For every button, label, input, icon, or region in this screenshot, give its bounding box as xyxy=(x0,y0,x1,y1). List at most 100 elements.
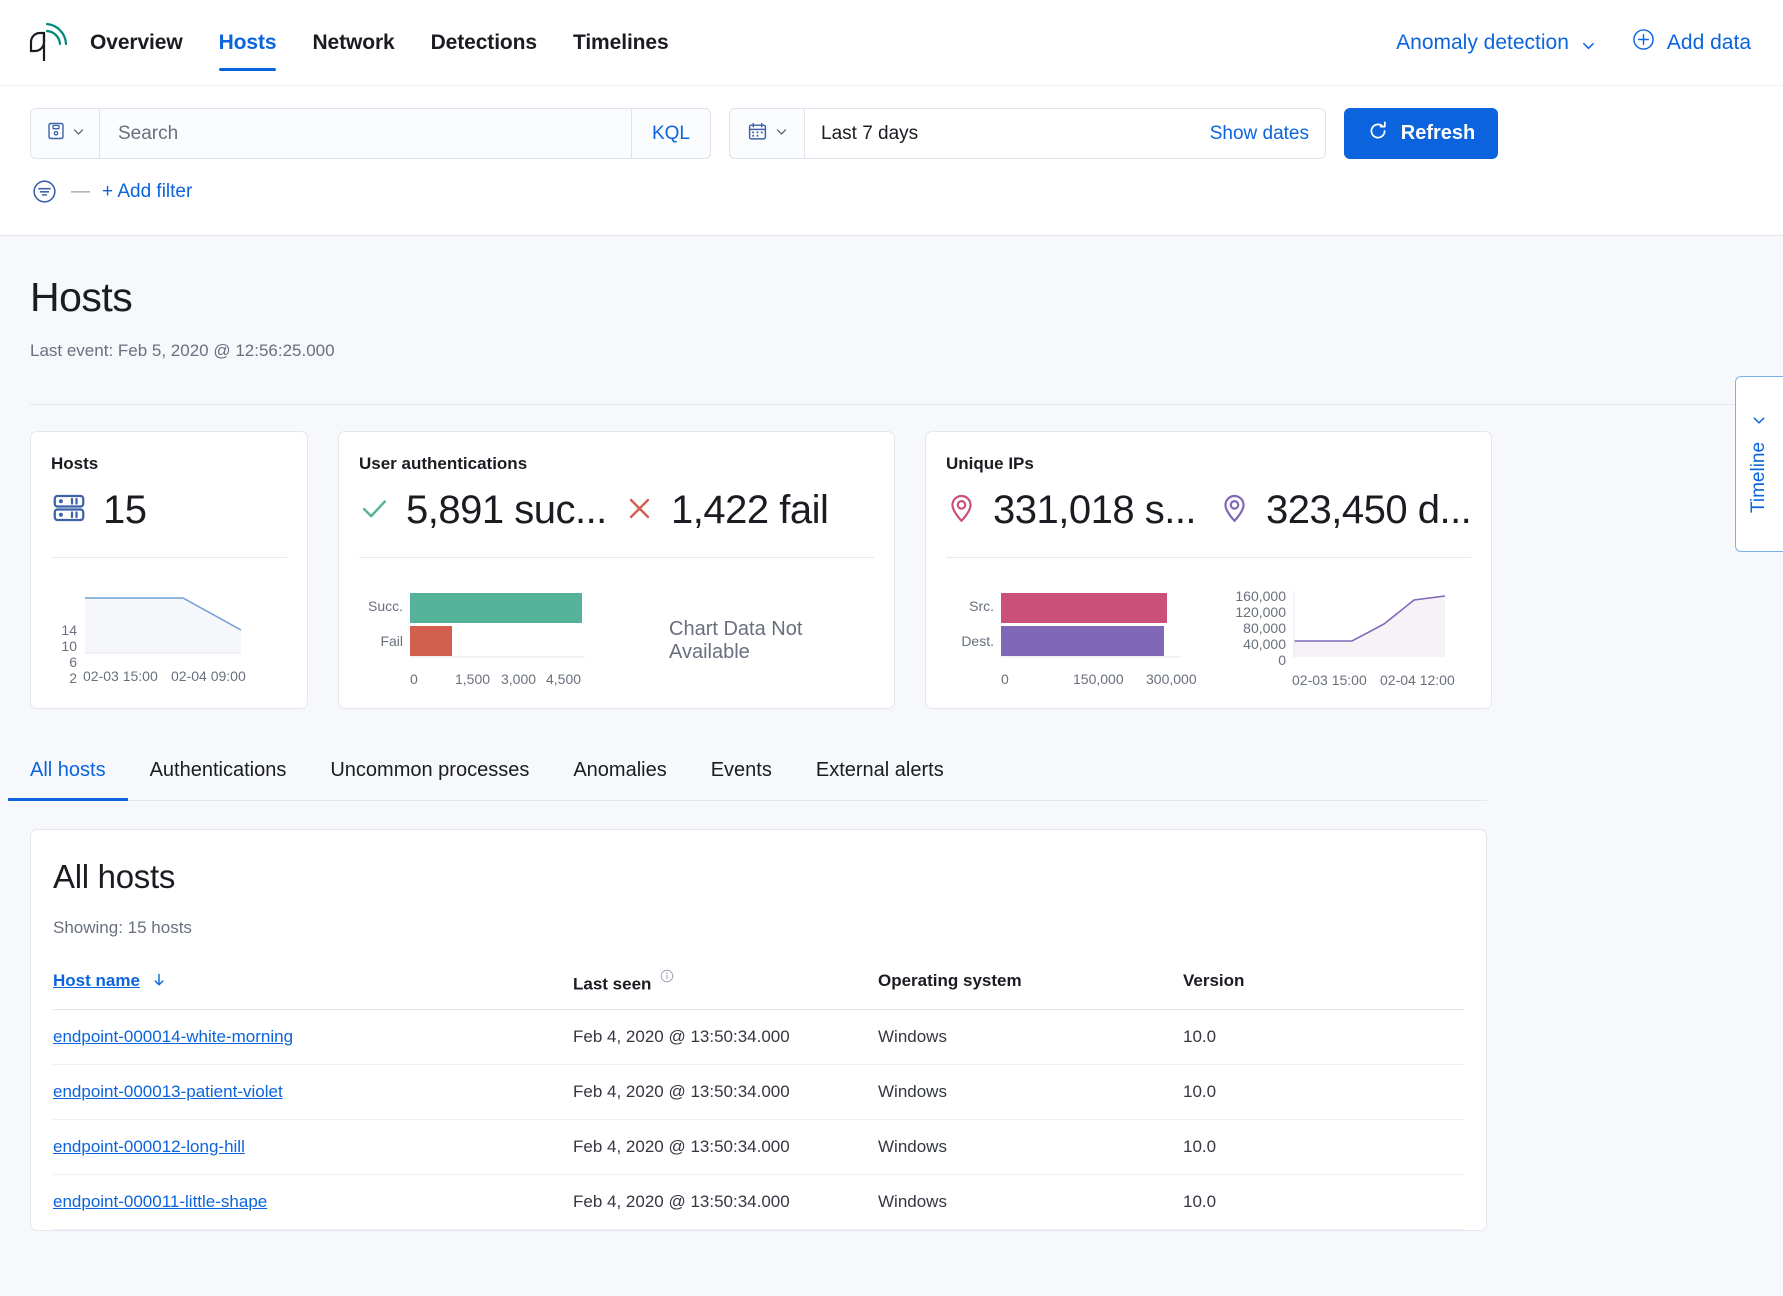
tab-uncommon-processes[interactable]: Uncommon processes xyxy=(330,749,529,800)
ips-charts-row: Src. Dest. 0 150,000 xyxy=(946,588,1471,688)
host-link[interactable]: endpoint-000014-white-morning xyxy=(53,1027,293,1046)
ytick-label: 0 xyxy=(1223,652,1286,668)
host-name-cell: endpoint-000013-patient-violet xyxy=(53,1064,573,1119)
saved-query-menu-button[interactable] xyxy=(31,109,100,158)
version-cell: 10.0 xyxy=(1183,1009,1464,1064)
anomaly-detection-label: Anomaly detection xyxy=(1396,31,1569,55)
column-header-last-seen[interactable]: Last seen xyxy=(573,968,878,1009)
xtick-label: 02-04 09:00 xyxy=(171,668,246,684)
info-circle-icon[interactable] xyxy=(660,968,674,988)
filter-options-button[interactable] xyxy=(30,177,59,206)
version-cell: 10.0 xyxy=(1183,1119,1464,1174)
column-header-host-name[interactable]: Host name xyxy=(53,968,573,1009)
nav-actions: Anomaly detection Add data xyxy=(1396,28,1751,57)
table-row[interactable]: endpoint-000012-long-hill Feb 4, 2020 @ … xyxy=(53,1119,1464,1174)
bar-category-label: Succ. xyxy=(359,598,403,614)
refresh-button[interactable]: Refresh xyxy=(1344,108,1498,159)
all-hosts-title: All hosts xyxy=(53,858,1464,896)
all-hosts-table: Host name Last seen Operating system xyxy=(53,968,1464,1230)
date-range-value[interactable]: Last 7 days xyxy=(805,109,1194,158)
ips-card-title: Unique IPs xyxy=(946,454,1471,474)
page-title: Hosts xyxy=(30,274,1753,321)
os-cell: Windows xyxy=(878,1119,1183,1174)
table-row[interactable]: endpoint-000013-patient-violet Feb 4, 20… xyxy=(53,1064,1464,1119)
auth-success-block: 5,891 suc... xyxy=(359,488,624,533)
host-link[interactable]: endpoint-000011-little-shape xyxy=(53,1192,267,1211)
hosts-sparkline-xlabels: 02-03 15:00 02-04 09:00 xyxy=(83,668,246,684)
nav-item-overview[interactable]: Overview xyxy=(90,23,183,63)
xtick-label: 3,000 xyxy=(501,671,546,687)
refresh-icon xyxy=(1367,120,1389,148)
nav-item-detections[interactable]: Detections xyxy=(431,23,537,63)
host-link[interactable]: endpoint-000012-long-hill xyxy=(53,1137,245,1156)
show-dates-button[interactable]: Show dates xyxy=(1194,109,1325,158)
table-row[interactable]: endpoint-000014-white-morning Feb 4, 202… xyxy=(53,1009,1464,1064)
auth-success-value: 5,891 suc... xyxy=(406,488,607,533)
column-header-operating-system[interactable]: Operating system xyxy=(878,968,1183,1009)
xtick-label: 300,000 xyxy=(1146,671,1197,687)
timeline-flyout-inner: Timeline xyxy=(1749,415,1771,513)
table-row[interactable]: endpoint-000011-little-shape Feb 4, 2020… xyxy=(53,1174,1464,1229)
page-divider xyxy=(30,404,1753,405)
ytick-label: 2 xyxy=(51,670,77,686)
auth-fail-block: 1,422 fail xyxy=(624,488,874,533)
chevron-left-icon xyxy=(1752,411,1767,433)
save-disk-icon xyxy=(46,121,66,146)
ytick-label: 6 xyxy=(51,654,77,670)
add-filter-button[interactable]: + Add filter xyxy=(102,181,192,203)
last-seen-cell: Feb 4, 2020 @ 13:50:34.000 xyxy=(573,1119,878,1174)
nav-item-timelines[interactable]: Timelines xyxy=(573,23,669,63)
query-bar: KQL Last 7 days xyxy=(0,86,1783,236)
refresh-label: Refresh xyxy=(1401,122,1475,145)
ips-bar-xticks: 0 150,000 300,000 xyxy=(1001,671,1197,687)
xtick-label: 4,500 xyxy=(546,671,581,687)
ytick-label: 80,000 xyxy=(1223,620,1286,636)
search-input[interactable] xyxy=(100,109,631,158)
xtick-label: 1,500 xyxy=(455,671,501,687)
ytick-label: 40,000 xyxy=(1223,636,1286,652)
ips-bar-plot: 0 150,000 300,000 xyxy=(1001,588,1197,687)
search-group: KQL xyxy=(30,108,711,159)
tab-authentications[interactable]: Authentications xyxy=(150,749,287,800)
auth-bar-xticks: 0 1,500 3,000 4,500 xyxy=(410,671,585,687)
query-bar-row: KQL Last 7 days xyxy=(30,108,1751,159)
table-header-row: Host name Last seen Operating system xyxy=(53,968,1464,1009)
ytick-label: 120,000 xyxy=(1223,604,1286,620)
nav-item-network[interactable]: Network xyxy=(312,23,394,63)
ytick-label: 10 xyxy=(51,638,77,654)
ytick-label: 160,000 xyxy=(1223,588,1286,604)
add-data-button[interactable]: Add data xyxy=(1632,28,1751,57)
bar-category-label: Src. xyxy=(946,598,994,614)
add-data-label: Add data xyxy=(1667,31,1751,55)
anomaly-detection-menu[interactable]: Anomaly detection xyxy=(1396,31,1596,55)
hosts-count-value: 15 xyxy=(103,488,147,533)
xtick-label: 0 xyxy=(1001,671,1073,687)
chevron-down-icon xyxy=(775,125,788,143)
timeline-flyout-button[interactable]: Timeline xyxy=(1735,376,1783,552)
auth-card-title: User authentications xyxy=(359,454,874,474)
plus-circle-icon xyxy=(1632,28,1655,57)
hosts-stat-card: Hosts 15 xyxy=(30,431,308,709)
nav-item-hosts[interactable]: Hosts xyxy=(219,23,277,63)
tab-external-alerts[interactable]: External alerts xyxy=(816,749,944,800)
auth-stat-row: 5,891 suc... 1,422 fail xyxy=(359,488,874,533)
column-header-version[interactable]: Version xyxy=(1183,968,1464,1009)
host-link[interactable]: endpoint-000013-patient-violet xyxy=(53,1082,283,1101)
calendar-icon xyxy=(747,121,768,147)
filter-row: — + Add filter xyxy=(30,177,1751,206)
column-header-host-name-label[interactable]: Host name xyxy=(53,971,140,990)
tab-all-hosts[interactable]: All hosts xyxy=(30,749,106,800)
tab-anomalies[interactable]: Anomalies xyxy=(573,749,666,800)
map-marker-icon xyxy=(1219,493,1250,529)
hosts-card-divider xyxy=(51,557,287,558)
tab-events[interactable]: Events xyxy=(711,749,772,800)
os-cell: Windows xyxy=(878,1174,1183,1229)
elastic-security-logo-icon[interactable] xyxy=(26,20,68,66)
auth-chart-unavailable-message: Chart Data Not Available xyxy=(669,618,874,664)
kql-language-switch[interactable]: KQL xyxy=(631,109,710,158)
ips-bar-categories: Src. Dest. xyxy=(946,588,994,658)
showing-count: Showing: 15 hosts xyxy=(53,918,1464,938)
date-range-group: Last 7 days Show dates xyxy=(729,108,1326,159)
date-quick-select-button[interactable] xyxy=(730,109,805,158)
xtick-label: 02-03 15:00 xyxy=(1292,672,1380,688)
